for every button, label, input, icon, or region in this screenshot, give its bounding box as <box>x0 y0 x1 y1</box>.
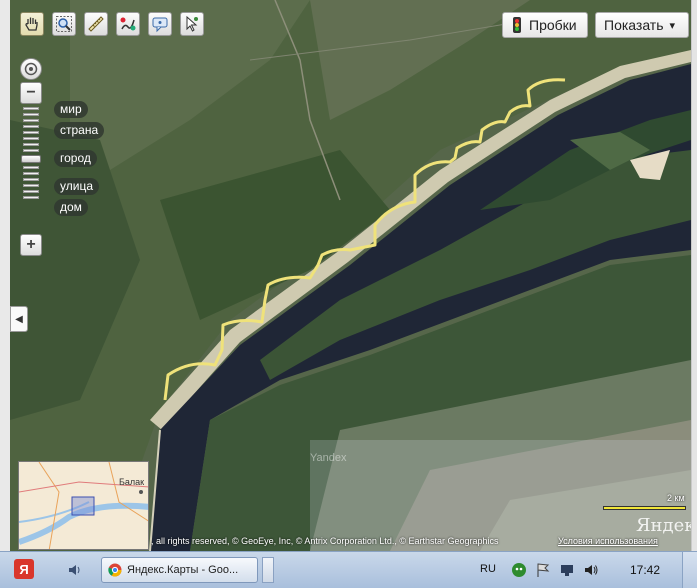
feedback-tool-button[interactable] <box>148 12 172 36</box>
sidebar-toggle-button[interactable]: ◀ <box>10 306 28 332</box>
right-page-strip <box>691 0 697 551</box>
scale-label: 2 км <box>667 493 685 503</box>
zoom-label-house[interactable]: дом <box>54 199 88 216</box>
taskbar-item-chrome[interactable]: Яндекс.Карты - Goo... <box>101 557 258 583</box>
clock[interactable]: 17:42 <box>630 563 660 577</box>
zoom-label-city[interactable]: город <box>54 150 97 167</box>
tray-shield-icon[interactable] <box>508 559 530 581</box>
traffic-button[interactable]: Пробки <box>502 12 588 38</box>
zoom-label-country[interactable]: страна <box>54 122 105 139</box>
hand-tool-button[interactable] <box>20 12 44 36</box>
zoom-label-street[interactable]: улица <box>54 178 99 195</box>
map-watermark: Yandex <box>310 452 347 464</box>
speech-bubble-icon <box>152 17 168 33</box>
ruler-icon <box>88 16 104 32</box>
zoom-out-button[interactable]: − <box>20 82 42 104</box>
tray-volume-icon[interactable] <box>580 559 602 581</box>
language-indicator[interactable]: RU <box>480 563 496 575</box>
minimap[interactable]: Балак <box>18 461 149 550</box>
show-layers-button[interactable]: Показать ▾ <box>595 12 689 38</box>
plus-icon: + <box>26 236 36 253</box>
pan-control[interactable] <box>20 58 42 80</box>
hand-icon <box>25 17 38 31</box>
scale-bar <box>603 506 686 510</box>
select-tool-button[interactable] <box>180 12 204 36</box>
volume-quicklaunch-icon[interactable] <box>64 559 86 581</box>
cursor-icon <box>186 15 198 32</box>
show-label: Показать <box>604 17 664 33</box>
terms-link[interactable]: Условия использования <box>558 536 658 546</box>
traffic-light-icon <box>513 17 521 33</box>
route-icon <box>120 17 136 31</box>
compass-icon <box>24 62 38 76</box>
zoom-label-world[interactable]: мир <box>54 101 88 118</box>
zoom-slider-thumb[interactable] <box>21 155 41 163</box>
satellite-map[interactable]: Пробки Показать ▾ − + мир страна город у… <box>10 0 691 551</box>
dropdown-arrow-icon: ▾ <box>669 19 676 32</box>
route-tool-button[interactable] <box>116 12 140 36</box>
chevron-left-icon: ◀ <box>15 313 23 325</box>
tray-flag-icon[interactable] <box>532 559 554 581</box>
taskbar-item-extra[interactable] <box>262 557 274 583</box>
taskbar-item-label: Яндекс.Карты - Goo... <box>127 564 239 576</box>
yandex-browser-button[interactable]: Я <box>14 559 34 579</box>
tray-network-icon[interactable] <box>556 559 578 581</box>
magnifier-icon <box>56 16 72 32</box>
show-desktop-button[interactable] <box>682 552 697 588</box>
minus-icon: − <box>26 84 36 101</box>
zoom-in-button[interactable]: + <box>20 234 42 256</box>
yandex-logo: Яндекс <box>636 515 691 536</box>
ruler-tool-button[interactable] <box>84 12 108 36</box>
copyright-text: , all rights reserved, © GeoEye, Inc, © … <box>151 536 499 546</box>
chrome-icon <box>108 563 122 577</box>
zoom-area-tool-button[interactable] <box>52 12 76 36</box>
minimap-terrain <box>19 462 148 549</box>
zoom-slider[interactable] <box>21 104 41 202</box>
traffic-label: Пробки <box>529 17 577 33</box>
taskbar: Я Яндекс.Карты - Goo... RU 17:42 <box>0 551 697 588</box>
minimap-city-label: Балак <box>119 477 145 487</box>
